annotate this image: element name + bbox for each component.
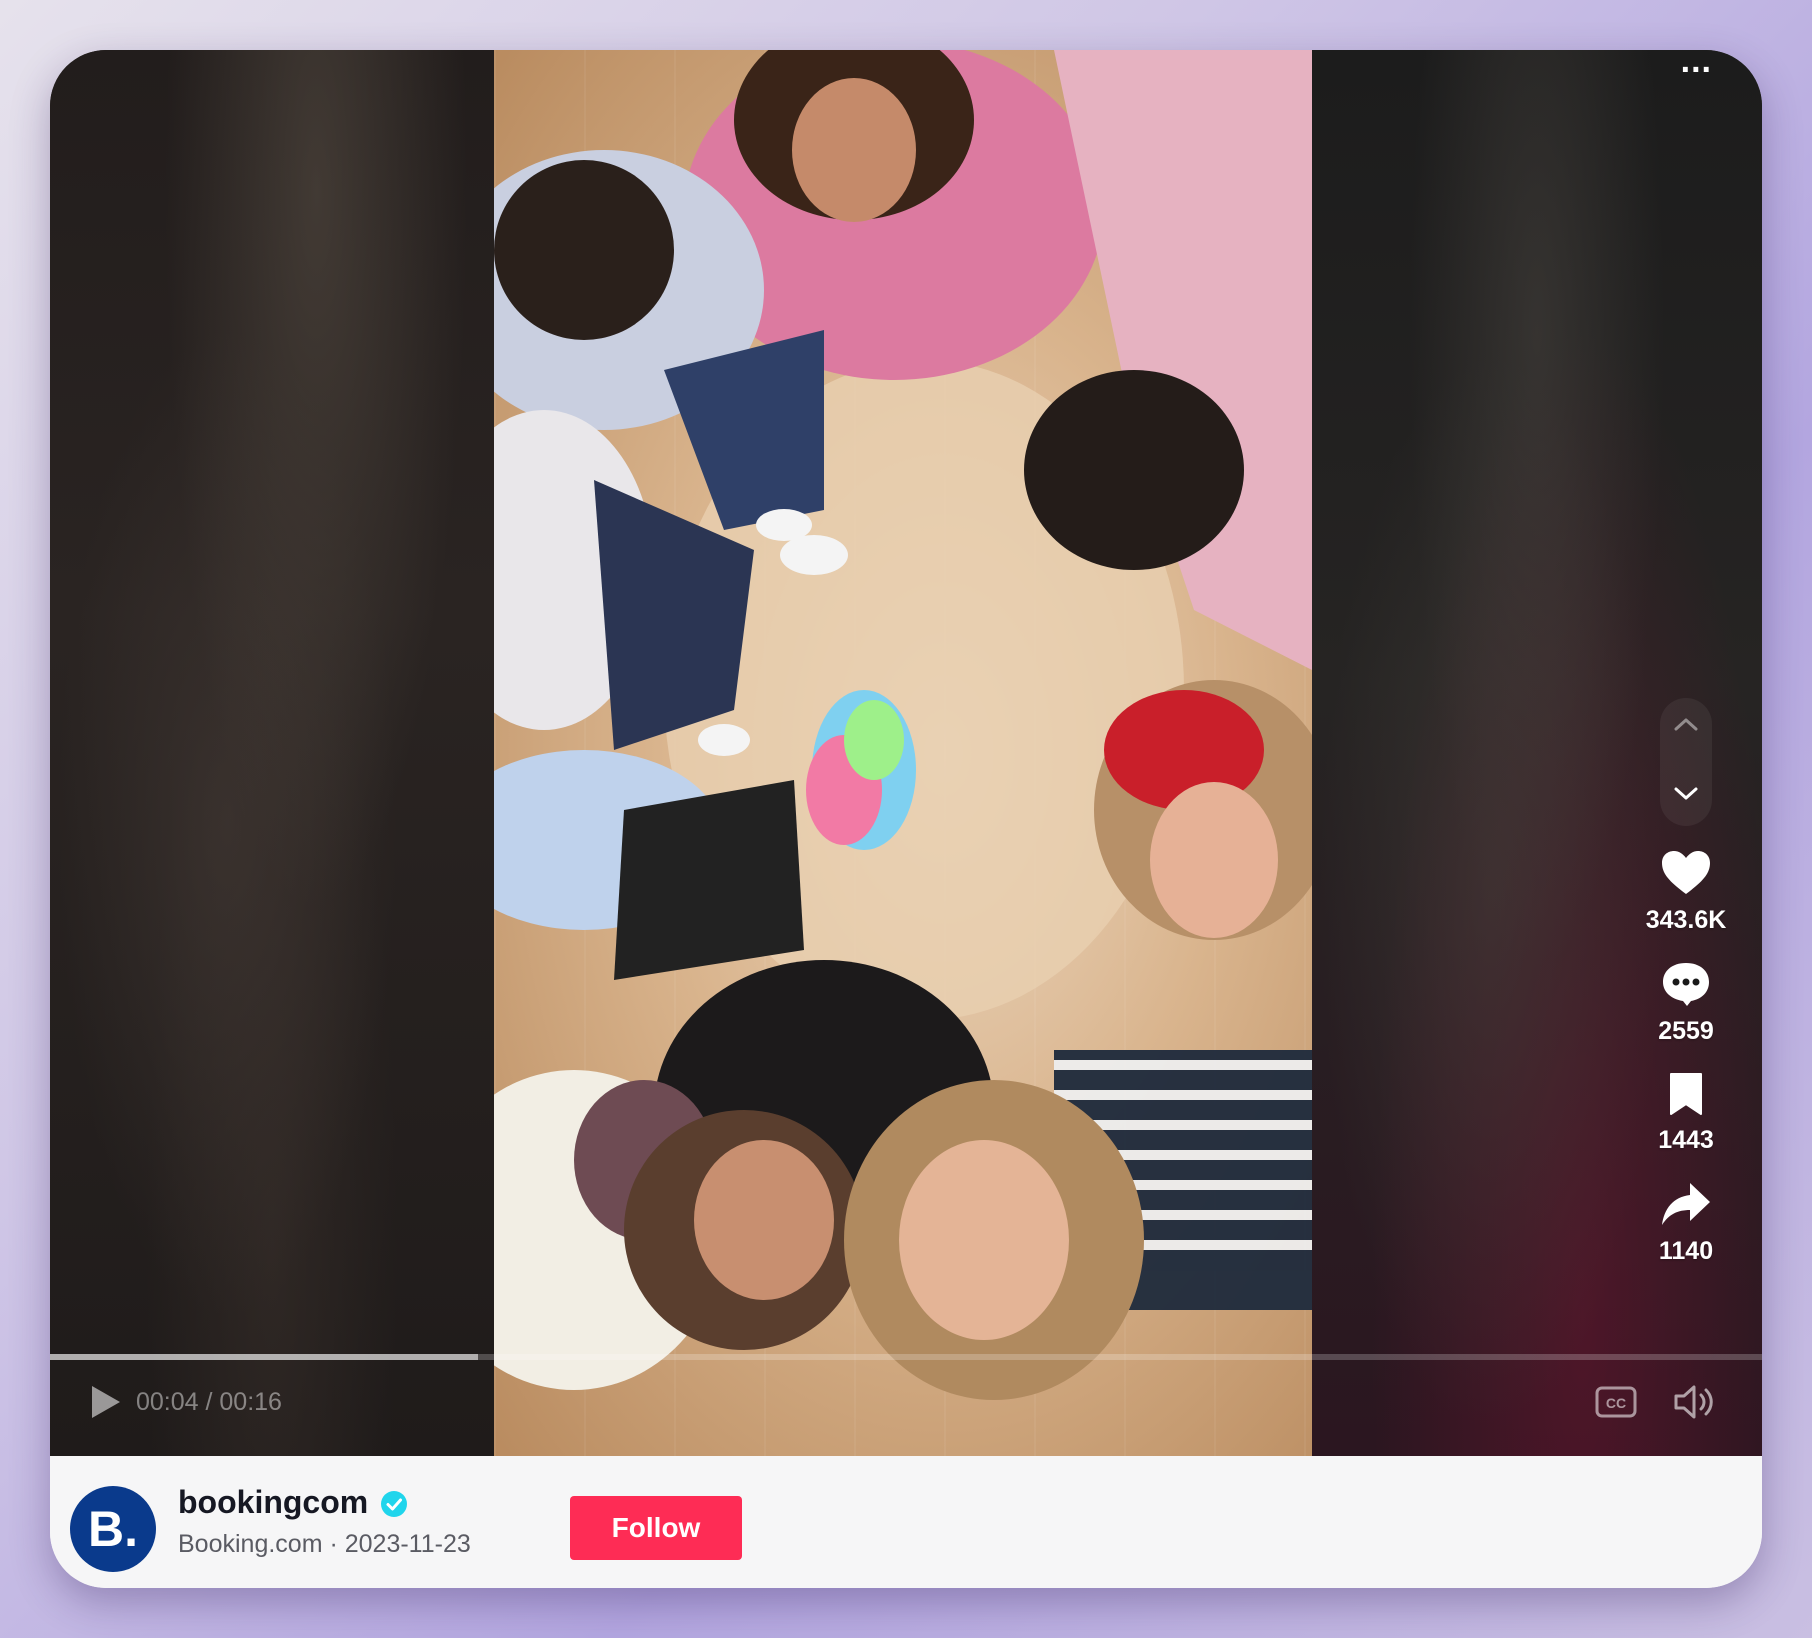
chevron-up-icon xyxy=(1674,718,1698,731)
comment-count: 2559 xyxy=(1658,1017,1714,1045)
player-controls: 00:04 / 00:16 CC xyxy=(50,1370,1762,1456)
video-progress-bar[interactable] xyxy=(50,1354,1762,1360)
author-meta: Booking.com · 2023-11-23 xyxy=(178,1530,471,1558)
video-time: 00:04 / 00:16 xyxy=(136,1388,282,1416)
video-navigation xyxy=(1660,698,1712,826)
next-video-button[interactable] xyxy=(1660,768,1712,820)
play-button[interactable] xyxy=(84,1382,124,1422)
avatar[interactable]: B. xyxy=(70,1486,156,1572)
closed-captions-icon: CC xyxy=(1595,1386,1637,1418)
video-frame[interactable] xyxy=(494,50,1312,1456)
author-username[interactable]: bookingcom xyxy=(178,1484,368,1521)
follow-button[interactable]: Follow xyxy=(570,1496,742,1560)
share-button[interactable]: 1140 xyxy=(1659,1181,1713,1266)
comment-button[interactable]: 2559 xyxy=(1658,961,1714,1046)
video-player[interactable]: ... 343.6K 2559 1443 1140 00:04 / 00:16 … xyxy=(50,50,1762,1456)
like-count: 343.6K xyxy=(1645,906,1727,934)
author-footer: B. bookingcom Booking.com · 2023-11-23 F… xyxy=(50,1456,1762,1588)
volume-button[interactable] xyxy=(1672,1382,1716,1422)
captions-button[interactable]: CC xyxy=(1594,1384,1638,1420)
comment-icon xyxy=(1663,963,1709,1006)
share-count: 1140 xyxy=(1658,1237,1714,1265)
like-button[interactable]: 343.6K xyxy=(1645,850,1727,935)
video-blur-background-left xyxy=(50,50,494,1456)
verified-badge-icon xyxy=(381,1491,407,1517)
share-arrow-icon xyxy=(1662,1183,1710,1225)
more-options-icon[interactable]: ... xyxy=(1681,50,1712,81)
heart-icon xyxy=(1662,851,1710,894)
svg-text:CC: CC xyxy=(1606,1395,1626,1411)
chevron-down-icon xyxy=(1674,787,1698,800)
bookmark-button[interactable]: 1443 xyxy=(1658,1072,1714,1155)
video-still-image xyxy=(494,50,1312,1400)
volume-icon xyxy=(1674,1385,1713,1419)
previous-video-button[interactable] xyxy=(1660,698,1712,750)
bookmark-count: 1443 xyxy=(1658,1126,1714,1154)
video-card: ... 343.6K 2559 1443 1140 00:04 / 00:16 … xyxy=(50,50,1762,1588)
video-progress-fill xyxy=(50,1354,478,1360)
action-bar: 343.6K 2559 1443 1140 xyxy=(1634,850,1738,1266)
play-icon xyxy=(92,1386,120,1418)
bookmark-icon xyxy=(1670,1073,1702,1115)
